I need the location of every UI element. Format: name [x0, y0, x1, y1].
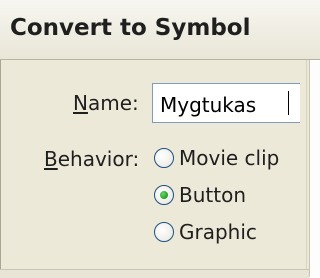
radio-graphic[interactable]: Graphic [154, 218, 257, 246]
radio-button-unchecked-icon[interactable] [154, 222, 174, 242]
radio-movie-clip[interactable]: Movie clip [154, 144, 279, 172]
convert-to-symbol-dialog: Convert to Symbol Name: Mygtukas Behavio… [0, 0, 320, 278]
dialog-inner-border [306, 60, 307, 277]
text-caret [288, 91, 289, 115]
dialog-left-border [0, 60, 1, 269]
radio-button-unchecked-icon[interactable] [154, 148, 174, 168]
radio-button-label[interactable]: Button [179, 183, 246, 207]
radio-movie-clip-label[interactable]: Movie clip [179, 146, 279, 170]
name-label-text: ame: [87, 91, 139, 115]
dialog-titlebar[interactable]: Convert to Symbol [0, 0, 320, 60]
name-label-accelerator: N [73, 91, 88, 115]
name-label: Name: [73, 91, 139, 115]
name-input[interactable]: Mygtukas [152, 83, 300, 123]
radio-button-checked-icon[interactable] [154, 185, 174, 205]
behavior-label-text: ehavior: [57, 147, 140, 171]
name-input-value: Mygtukas [160, 93, 257, 117]
dialog-title: Convert to Symbol [10, 15, 251, 41]
dialog-right-border [309, 60, 320, 277]
radio-graphic-label[interactable]: Graphic [179, 220, 257, 244]
radio-button[interactable]: Button [154, 181, 246, 209]
behavior-label: Behavior: [44, 147, 139, 171]
radio-selected-dot-icon [160, 191, 168, 199]
behavior-label-accelerator: B [44, 147, 58, 171]
